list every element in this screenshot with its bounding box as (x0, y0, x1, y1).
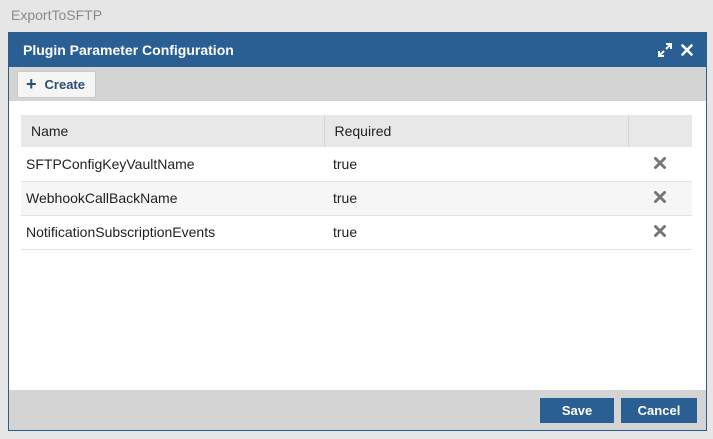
table-row[interactable]: WebhookCallBackName true (21, 181, 692, 216)
column-header-required[interactable]: Required (324, 115, 629, 147)
parameter-table: Name Required SFTPConfigKeyVaultName tru… (21, 115, 692, 250)
plugin-parameter-dialog: Plugin Parameter Configuration + Create (8, 32, 707, 431)
table-row[interactable]: NotificationSubscriptionEvents true (21, 215, 692, 250)
dialog-toolbar: + Create (9, 67, 706, 101)
create-button[interactable]: + Create (17, 70, 96, 98)
maximize-icon[interactable] (658, 43, 672, 57)
dialog-titlebar: Plugin Parameter Configuration (9, 33, 706, 67)
plus-icon: + (26, 74, 37, 94)
background-page-title: ExportToSFTP (11, 7, 103, 23)
cell-required: true (324, 181, 628, 216)
dialog-title: Plugin Parameter Configuration (23, 42, 234, 58)
dialog-controls (658, 43, 694, 57)
delete-icon[interactable] (654, 156, 666, 172)
cancel-button[interactable]: Cancel (621, 397, 697, 423)
parameter-table-container: Name Required SFTPConfigKeyVaultName tru… (21, 115, 692, 250)
column-header-actions (628, 115, 692, 147)
cell-required: true (324, 215, 628, 250)
save-button[interactable]: Save (540, 397, 614, 423)
create-button-label: Create (44, 76, 85, 92)
cell-required: true (324, 147, 628, 182)
cell-name: WebhookCallBackName (21, 181, 324, 216)
column-header-name[interactable]: Name (21, 115, 325, 147)
delete-icon[interactable] (654, 224, 666, 240)
table-header-row: Name Required (21, 115, 692, 147)
close-icon[interactable] (680, 43, 694, 57)
cell-name: SFTPConfigKeyVaultName (21, 147, 324, 182)
delete-icon[interactable] (654, 190, 666, 206)
table-row[interactable]: SFTPConfigKeyVaultName true (21, 147, 692, 182)
dialog-footer: Save Cancel (9, 390, 706, 430)
cell-name: NotificationSubscriptionEvents (21, 215, 324, 250)
